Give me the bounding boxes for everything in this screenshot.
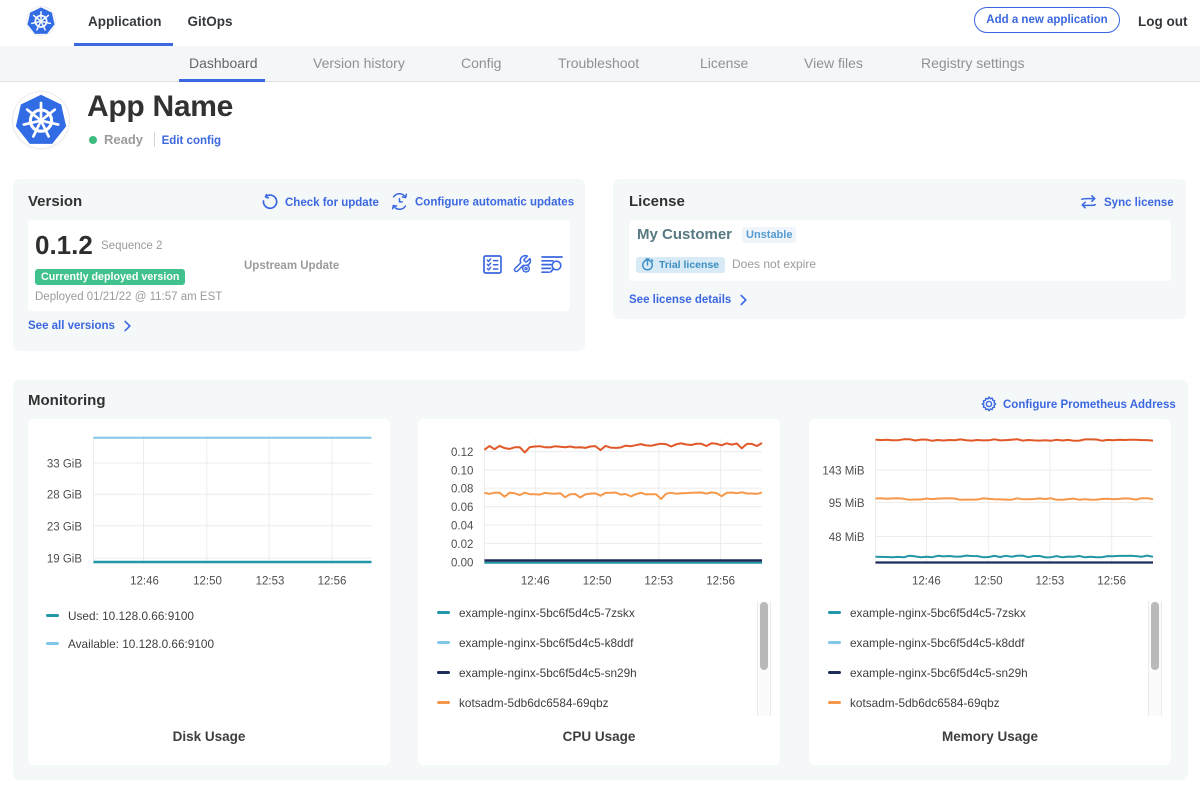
svg-text:12:46: 12:46 <box>912 576 941 588</box>
svg-text:48 MiB: 48 MiB <box>829 532 865 544</box>
svg-text:33 GiB: 33 GiB <box>47 459 82 471</box>
svg-text:12:53: 12:53 <box>1036 576 1065 588</box>
svg-text:95 MiB: 95 MiB <box>829 498 865 510</box>
svg-text:0.08: 0.08 <box>451 484 473 496</box>
svg-text:12:56: 12:56 <box>1097 576 1126 588</box>
svg-text:0.00: 0.00 <box>451 557 473 569</box>
svg-text:12:50: 12:50 <box>193 576 222 588</box>
svg-text:0.04: 0.04 <box>451 521 474 533</box>
svg-text:12:46: 12:46 <box>130 576 159 588</box>
svg-text:12:53: 12:53 <box>256 576 285 588</box>
svg-text:0.10: 0.10 <box>451 466 473 478</box>
svg-text:143 MiB: 143 MiB <box>822 466 865 478</box>
svg-text:12:53: 12:53 <box>644 576 673 588</box>
svg-text:0.12: 0.12 <box>451 447 473 459</box>
svg-text:28 GiB: 28 GiB <box>47 490 82 502</box>
svg-text:12:56: 12:56 <box>318 576 347 588</box>
svg-text:23 GiB: 23 GiB <box>47 521 82 533</box>
svg-text:12:50: 12:50 <box>583 576 612 588</box>
svg-text:19 GiB: 19 GiB <box>47 554 82 566</box>
svg-text:12:56: 12:56 <box>706 576 735 588</box>
svg-text:12:46: 12:46 <box>521 576 550 588</box>
svg-text:0.02: 0.02 <box>451 539 473 551</box>
svg-text:12:50: 12:50 <box>974 576 1003 588</box>
svg-text:0.06: 0.06 <box>451 502 473 514</box>
